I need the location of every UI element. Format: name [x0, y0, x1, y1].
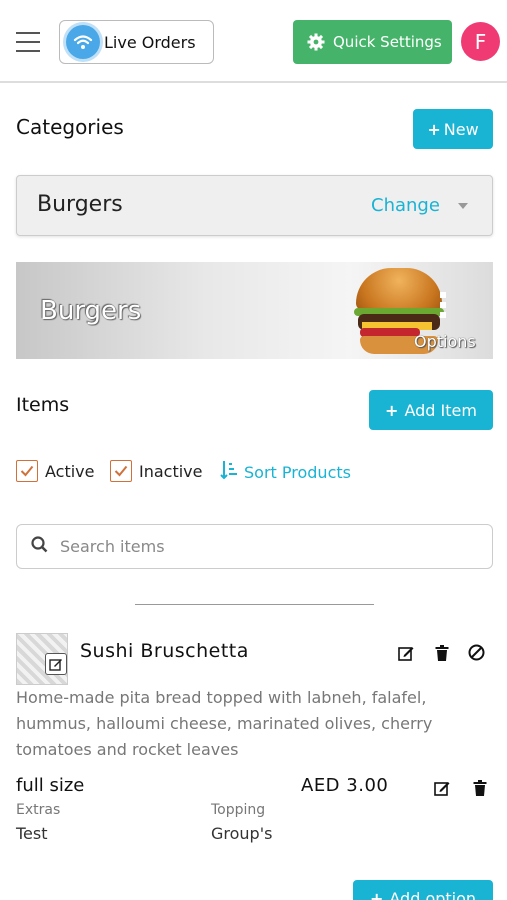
banner-options-label[interactable]: Options [414, 332, 476, 351]
quick-settings-button[interactable]: Quick Settings [293, 20, 452, 64]
new-button-label: New [443, 119, 479, 139]
product-thumbnail[interactable] [16, 633, 68, 685]
top-bar: Live Orders Quick Settings F [0, 0, 507, 83]
disable-icon[interactable] [467, 643, 486, 662]
active-label: Active [45, 461, 95, 481]
live-orders-label: Live Orders [104, 32, 196, 52]
wifi-icon [66, 25, 100, 59]
plus-icon: + [427, 119, 441, 139]
more-options-icon[interactable] [440, 292, 446, 322]
active-checkbox[interactable] [16, 460, 38, 482]
product-description: Home-made pita bread topped with labneh,… [16, 688, 433, 759]
option-label-extras: Extras [16, 802, 61, 818]
plus-icon: + [385, 400, 399, 420]
sort-icon [220, 460, 244, 484]
inactive-label: Inactive [139, 461, 203, 481]
edit-image-icon[interactable] [45, 653, 67, 675]
add-item-button[interactable]: + Add Item [369, 390, 493, 430]
option-value-topping: Group's [211, 824, 273, 843]
edit-icon[interactable] [397, 643, 416, 662]
product-name: Sushi Bruschetta [80, 640, 249, 662]
add-option-label: Add option [389, 889, 477, 900]
items-heading: Items [16, 394, 70, 416]
edit-variant-icon[interactable] [433, 778, 452, 797]
search-input[interactable] [60, 537, 460, 556]
product-actions [397, 643, 486, 662]
filter-active[interactable]: Active [16, 460, 95, 482]
selected-category: Burgers [37, 192, 123, 217]
sort-products-button[interactable]: Sort Products [220, 460, 351, 484]
sort-products-label: Sort Products [244, 462, 351, 482]
variant-name: full size [16, 775, 85, 796]
filter-inactive[interactable]: Inactive [110, 460, 203, 482]
option-value-extras: Test [16, 824, 48, 843]
delete-variant-icon[interactable] [470, 778, 489, 797]
search-icon [31, 536, 48, 557]
new-category-button[interactable]: + New [413, 109, 493, 149]
plus-icon: + [369, 889, 384, 900]
change-category-link[interactable]: Change [371, 195, 440, 216]
category-banner: Burgers Options [16, 262, 493, 359]
add-item-label: Add Item [404, 400, 477, 420]
add-option-button[interactable]: + Add option [353, 880, 493, 900]
gear-icon [307, 33, 325, 51]
live-orders-button[interactable]: Live Orders [59, 20, 214, 64]
search-box [16, 524, 493, 569]
banner-title: Burgers [40, 296, 142, 326]
categories-heading: Categories [16, 115, 124, 139]
menu-icon[interactable] [16, 32, 40, 52]
divider [135, 604, 374, 605]
inactive-checkbox[interactable] [110, 460, 132, 482]
variant-actions [433, 778, 489, 797]
category-select[interactable]: Burgers Change [16, 175, 493, 236]
variant-price: AED 3.00 [301, 775, 389, 796]
trash-icon[interactable] [432, 643, 451, 662]
option-label-topping: Topping [211, 802, 266, 818]
quick-settings-label: Quick Settings [333, 33, 442, 51]
avatar[interactable]: F [461, 22, 500, 61]
chevron-down-icon [458, 203, 468, 209]
